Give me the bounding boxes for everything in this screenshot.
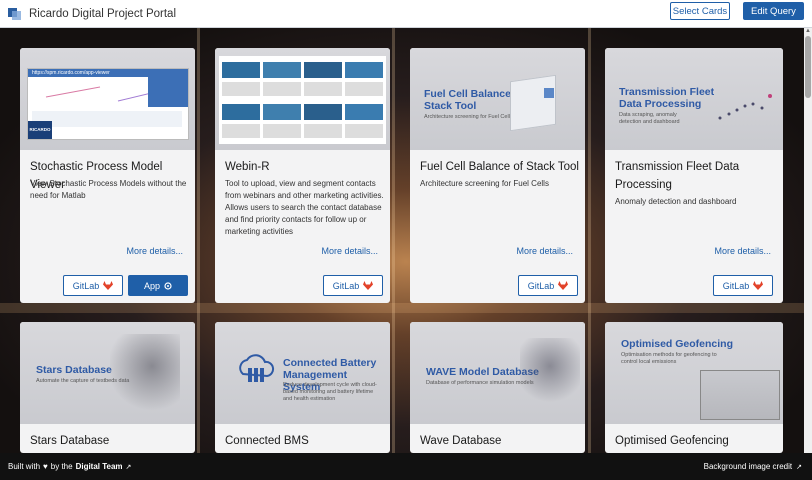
cloud-battery-icon [239,354,275,382]
card-description: Tool to upload, view and segment contact… [225,179,384,236]
more-details-link[interactable]: More details... [321,246,378,256]
card-thumbnail: Transmission Fleet Data Processing Data … [605,48,783,150]
footer: Built with ♥ by the Digital Team ↗ Backg… [0,453,812,480]
card-connected-bms: Connected Battery Management System Redu… [215,322,390,453]
scroll-up-icon[interactable]: ▲ [805,28,811,34]
card-title: Fuel Cell Balance of Stack Tool [420,161,579,173]
card-title: Stars Database [30,435,110,447]
top-bar: Ricardo Digital Project Portal Select Ca… [0,0,812,28]
scatter-illustration [718,94,772,120]
by-the-text: by the [50,462,73,471]
gitlab-button-label: GitLab [72,280,100,291]
built-with-text: Built with [8,462,41,471]
page-scrollbar[interactable]: ▲ [804,28,812,453]
card-description: View Stochastic Process Models without t… [30,179,187,200]
gitlab-icon [103,281,114,290]
gitlab-button[interactable]: GitLab [713,275,773,296]
card-stochastic-process-model-viewer: https://spm.ricardo.com/app-viewer RICAR… [20,48,195,303]
card-thumbnail [215,48,390,150]
card-thumbnail: Connected Battery Management System Redu… [215,322,390,424]
card-title: Transmission Fleet Data Processing [615,161,740,191]
background-credit-label: Background image credit [703,462,793,471]
thumb-title: Transmission Fleet Data Processing [619,86,715,110]
gitlab-icon [558,281,569,290]
app-button[interactable]: App [128,275,188,296]
card-thumbnail: Stars Database Automate the capture of t… [20,322,195,424]
card-description: Architecture screening for Fuel Cells [420,179,549,188]
thumb-subtitle: Optimisation methods for geofencing to c… [621,352,717,365]
thumb-title: Optimised Geofencing [621,338,734,350]
card-thumbnail: Optimised Geofencing Optimisation method… [605,322,783,424]
gitlab-button-label: GitLab [527,280,555,291]
card-description: Anomaly detection and dashboard [615,197,737,206]
gitlab-button[interactable]: GitLab [518,275,578,296]
portal-logo-icon [8,7,22,20]
gear-icon [164,281,172,290]
bus-illustration [700,370,780,420]
card-webin-r: Webin-R Tool to upload, view and segment… [215,48,390,303]
external-link-icon: ↗ [125,463,132,471]
external-link-icon: ↗ [796,463,802,471]
gitlab-button[interactable]: GitLab [63,275,123,296]
more-details-link[interactable]: More details... [126,246,183,256]
card-title: Connected BMS [225,435,309,447]
card-title: Webin-R [225,161,270,173]
background-credit[interactable]: Background image credit ↗ [704,462,802,471]
card-thumbnail: Fuel Cell Balance of Stack Tool Architec… [410,48,585,150]
card-thumbnail: https://spm.ricardo.com/app-viewer RICAR… [20,48,195,150]
footer-credit: Built with ♥ by the Digital Team ↗ [8,462,131,471]
thumb-title: Fuel Cell Balance of Stack Tool [424,88,524,112]
more-details-link[interactable]: More details... [714,246,771,256]
card-title: Optimised Geofencing [615,435,729,447]
card-thumbnail: WAVE Model Database Database of performa… [410,322,585,424]
gitlab-icon [753,281,764,290]
heart-icon: ♥ [43,462,48,471]
fuel-cell-illustration [510,74,556,132]
gitlab-button-label: GitLab [332,280,360,291]
card-fuel-cell-balance-of-stack-tool: Fuel Cell Balance of Stack Tool Architec… [410,48,585,303]
gitlab-button[interactable]: GitLab [323,275,383,296]
ricardo-logo: RICARDO [28,121,52,139]
portal-title: Ricardo Digital Project Portal [29,7,177,20]
particles-illustration [520,338,580,408]
gitlab-icon [363,281,374,290]
digital-team-link[interactable]: Digital Team [76,462,123,471]
thumb-subtitle: Data scraping, anomaly detection and das… [619,112,680,125]
edit-query-button[interactable]: Edit Query [743,2,804,20]
thumb-subtitle: Reduce development cycle with cloud-base… [283,382,377,402]
particles-illustration [110,334,180,414]
gitlab-button-label: GitLab [722,280,750,291]
card-optimised-geofencing: Optimised Geofencing Optimisation method… [605,322,783,453]
card-wave-database: WAVE Model Database Database of performa… [410,322,585,453]
card-stars-database: Stars Database Automate the capture of t… [20,322,195,453]
select-cards-button[interactable]: Select Cards [670,2,730,20]
scroll-thumb[interactable] [805,36,811,98]
card-transmission-fleet-data-processing: Transmission Fleet Data Processing Data … [605,48,783,303]
more-details-link[interactable]: More details... [516,246,573,256]
thumb-url-bar: https://spm.ricardo.com/app-viewer [28,69,188,77]
card-title: Wave Database [420,435,502,447]
app-button-label: App [143,280,160,291]
